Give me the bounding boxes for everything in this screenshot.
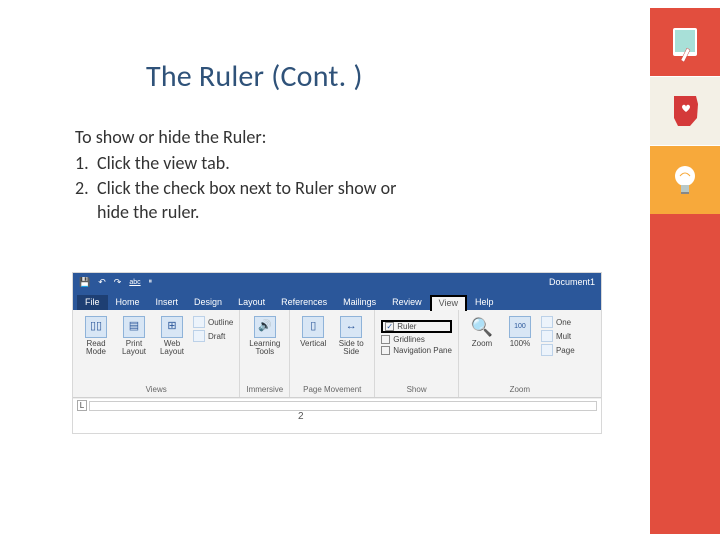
zoom-icon: 🔍 — [471, 316, 493, 338]
zoom-button[interactable]: 🔍 Zoom — [465, 314, 499, 350]
sidebar-icon-2 — [650, 77, 720, 145]
vertical-icon: ▯ — [302, 316, 324, 338]
ruler-checkbox-row[interactable]: Ruler — [381, 320, 452, 333]
ruler-label: Ruler — [397, 322, 416, 331]
outline-label: Outline — [208, 318, 233, 327]
read-mode-icon: ▯▯ — [85, 316, 107, 338]
sidebar-icon-3 — [650, 146, 720, 214]
vertical-button[interactable]: ▯ Vertical — [296, 314, 330, 350]
vertical-label: Vertical — [300, 340, 326, 348]
side-to-side-button[interactable]: ↔ Side to Side — [334, 314, 368, 359]
sidebar — [650, 8, 720, 214]
sidebar-icon-1 — [650, 8, 720, 76]
one-page-label: One — [556, 318, 571, 327]
save-icon[interactable]: 💾 — [79, 277, 90, 288]
tab-home[interactable]: Home — [108, 295, 148, 310]
tab-insert[interactable]: Insert — [148, 295, 187, 310]
red-sidebar-strip — [650, 214, 720, 534]
navigation-pane-label: Navigation Pane — [393, 346, 452, 355]
word-ribbon-screenshot: 💾 ↶ ↷ abc ⏸ Document1 File Home Insert D… — [72, 272, 602, 434]
tab-help[interactable]: Help — [467, 295, 502, 310]
tab-file[interactable]: File — [77, 295, 108, 310]
group-immersive-label: Immersive — [246, 384, 283, 396]
page-width-button[interactable]: Page — [541, 344, 575, 356]
word-titlebar: 💾 ↶ ↷ abc ⏸ Document1 — [73, 273, 601, 291]
group-page-movement: ▯ Vertical ↔ Side to Side Page Movement — [290, 310, 375, 397]
slide-title: The Ruler (Cont. ) — [146, 58, 363, 95]
step-1-text: Click the view tab. — [97, 152, 230, 174]
step-2-text-a: Click the check box next to Ruler show o… — [97, 177, 396, 199]
ohio-heart-icon — [664, 90, 706, 132]
group-views-label: Views — [146, 384, 167, 396]
tab-selector[interactable]: L — [77, 400, 87, 411]
tab-view[interactable]: View — [430, 295, 467, 311]
tab-layout[interactable]: Layout — [230, 295, 273, 310]
tab-references[interactable]: References — [273, 295, 335, 310]
read-mode-button[interactable]: ▯▯ Read Mode — [79, 314, 113, 359]
horizontal-ruler[interactable] — [89, 401, 597, 411]
ruler-marker: 2 — [298, 411, 304, 422]
step-2: 2.Click the check box next to Ruler show… — [75, 176, 595, 200]
learning-tools-label: Learning Tools — [249, 340, 280, 357]
outline-icon — [193, 316, 205, 328]
document-name: Document1 — [549, 277, 595, 287]
gridlines-checkbox[interactable] — [381, 335, 390, 344]
redo-icon[interactable]: ↷ — [114, 277, 122, 288]
print-layout-button[interactable]: ▤ Print Layout — [117, 314, 151, 359]
multi-page-button[interactable]: Mult — [541, 330, 575, 342]
group-immersive: 🔊 Learning Tools Immersive — [240, 310, 290, 397]
pause-icon[interactable]: ⏸ — [149, 278, 153, 286]
page-width-icon — [541, 344, 553, 356]
hundred-icon: 100 — [509, 316, 531, 338]
side-to-side-icon: ↔ — [340, 316, 362, 338]
step-1: 1.Click the view tab. — [75, 151, 595, 175]
gridlines-label: Gridlines — [393, 335, 425, 344]
draft-button[interactable]: Draft — [193, 330, 233, 342]
print-layout-icon: ▤ — [123, 316, 145, 338]
ribbon-body: ▯▯ Read Mode ▤ Print Layout ⊞ Web Layout Ou… — [73, 310, 601, 398]
zoom-label: Zoom — [472, 340, 492, 348]
hundred-percent-button[interactable]: 100 100% — [503, 314, 537, 350]
group-page-movement-label: Page Movement — [303, 384, 361, 396]
tablet-touch-icon — [665, 22, 705, 62]
multi-page-label: Mult — [556, 332, 571, 341]
group-show-label: Show — [407, 384, 427, 396]
ribbon-tabs: File Home Insert Design Layout Reference… — [73, 291, 601, 310]
web-layout-button[interactable]: ⊞ Web Layout — [155, 314, 189, 359]
undo-icon[interactable]: ↶ — [98, 277, 106, 288]
step-2-cont: hide the ruler. — [75, 200, 595, 224]
spellcheck-icon[interactable]: abc — [129, 279, 140, 286]
read-mode-label: Read Mode — [82, 340, 110, 357]
ruler-bar: L 2 — [73, 398, 601, 432]
lead-line: To show or hide the Ruler: — [75, 125, 595, 149]
quick-access-toolbar: 💾 ↶ ↷ abc ⏸ — [79, 277, 152, 288]
print-layout-label: Print Layout — [120, 340, 148, 357]
group-show: Ruler Gridlines Navigation Pane Show — [375, 310, 459, 397]
web-layout-label: Web Layout — [158, 340, 186, 357]
navigation-pane-checkbox[interactable] — [381, 346, 390, 355]
draft-icon — [193, 330, 205, 342]
side-to-side-label: Side to Side — [337, 340, 365, 357]
group-views: ▯▯ Read Mode ▤ Print Layout ⊞ Web Layout Ou… — [73, 310, 240, 397]
one-page-button[interactable]: One — [541, 316, 575, 328]
page-width-label: Page — [556, 346, 575, 355]
one-page-icon — [541, 316, 553, 328]
ruler-checkbox[interactable] — [385, 322, 394, 331]
tab-review[interactable]: Review — [384, 295, 430, 310]
web-layout-icon: ⊞ — [161, 316, 183, 338]
hundred-percent-label: 100% — [510, 340, 530, 348]
navigation-pane-checkbox-row[interactable]: Navigation Pane — [381, 346, 452, 355]
tab-mailings[interactable]: Mailings — [335, 295, 384, 310]
learning-tools-button[interactable]: 🔊 Learning Tools — [248, 314, 282, 359]
gridlines-checkbox-row[interactable]: Gridlines — [381, 335, 452, 344]
body-text: To show or hide the Ruler: 1.Click the v… — [75, 125, 595, 224]
group-zoom-label: Zoom — [510, 384, 530, 396]
learning-tools-icon: 🔊 — [254, 316, 276, 338]
lightbulb-icon — [664, 159, 706, 201]
group-zoom: 🔍 Zoom 100 100% One Mult Page Zoom — [459, 310, 581, 397]
multi-page-icon — [541, 330, 553, 342]
draft-label: Draft — [208, 332, 225, 341]
tab-design[interactable]: Design — [186, 295, 230, 310]
outline-button[interactable]: Outline — [193, 316, 233, 328]
